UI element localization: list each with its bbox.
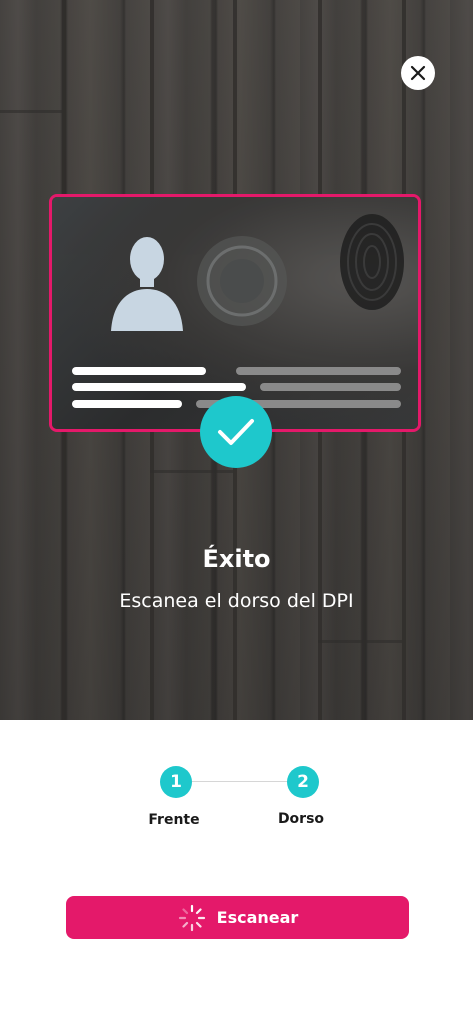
close-button[interactable] bbox=[401, 56, 435, 90]
bottom-sheet bbox=[0, 720, 473, 1024]
person-silhouette-icon bbox=[111, 237, 183, 331]
step-connector bbox=[192, 781, 288, 782]
scan-button-label: Escanear bbox=[216, 908, 299, 927]
scan-button[interactable]: Escanear bbox=[66, 896, 409, 939]
step-1-indicator: 1 bbox=[160, 766, 192, 798]
status-title: Éxito bbox=[202, 545, 271, 573]
spinner-icon bbox=[178, 904, 205, 931]
step-2-label: Dorso bbox=[277, 811, 325, 827]
seal-icon bbox=[197, 236, 287, 326]
step-2-indicator: 2 bbox=[287, 766, 319, 798]
status-message: Escanea el dorso del DPI bbox=[119, 590, 354, 612]
close-icon bbox=[410, 65, 426, 81]
step-1-label: Frente bbox=[148, 812, 200, 828]
success-check-badge bbox=[200, 396, 272, 468]
fingerprint-icon bbox=[340, 214, 404, 310]
check-icon bbox=[218, 419, 254, 445]
